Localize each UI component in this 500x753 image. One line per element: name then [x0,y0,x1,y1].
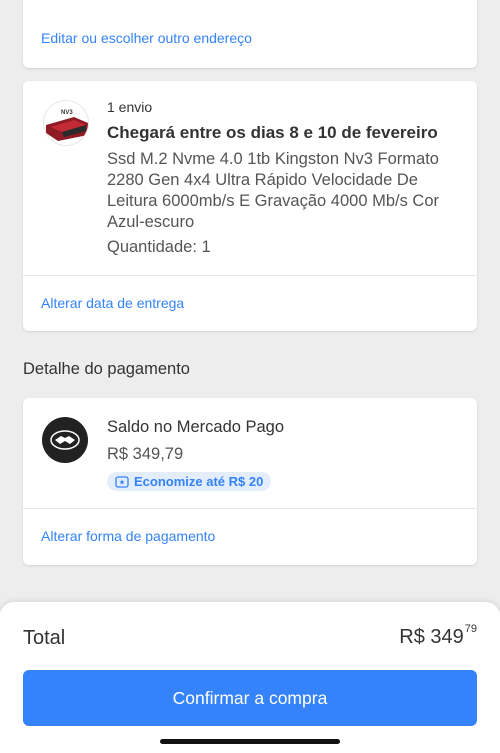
payment-method-title: Saldo no Mercado Pago [107,418,285,436]
thumbnail-label: NV3 [61,110,73,116]
total-cents: 79 [464,623,477,636]
payment-amount: R$ 349,79 [107,445,184,463]
product-name: Ssd M.2 Nvme 4.0 1tb Kingston Nv3 Format… [107,150,440,231]
address-card: Editar ou escolher outro endereço [23,0,477,68]
divider [23,275,477,276]
shipment-card: NV3 1 envio Chegará entre os dias 8 e 10… [23,81,477,331]
change-delivery-date-link[interactable]: Alterar data de entrega [41,295,184,311]
product-quantity: Quantidade: 1 [107,238,211,256]
ssd-product-image: NV3 [44,101,88,145]
total-main: R$ 349 [399,626,464,648]
shipment-info: 1 envio Chegará entre os dias 8 e 10 de … [107,99,452,257]
delivery-estimate: Chegará entre os dias 8 e 10 de fevereir… [107,123,438,142]
total-value: R$ 34979 [399,623,477,649]
checkout-footer: Total R$ 34979 Confirmar a compra [0,602,500,753]
payment-card: Saldo no Mercado Pago R$ 349,79 Economiz… [23,398,477,565]
payment-section-title: Detalhe do pagamento [23,360,190,378]
savings-badge-text: Economize até R$ 20 [134,474,264,489]
confirm-purchase-button[interactable]: Confirmar a compra [23,670,477,726]
home-indicator [160,739,340,744]
payment-info: Saldo no Mercado Pago R$ 349,79 Economiz… [107,418,284,493]
handshake-icon [42,417,88,463]
change-payment-link[interactable]: Alterar forma de pagamento [41,528,215,544]
edit-address-link[interactable]: Editar ou escolher outro endereço [41,30,252,46]
total-label: Total [23,627,66,649]
savings-badge: Economize até R$ 20 [107,472,272,491]
shipment-count: 1 envio [107,99,153,115]
divider [23,508,477,509]
ticket-icon [115,475,129,488]
product-thumbnail: NV3 [43,100,89,146]
